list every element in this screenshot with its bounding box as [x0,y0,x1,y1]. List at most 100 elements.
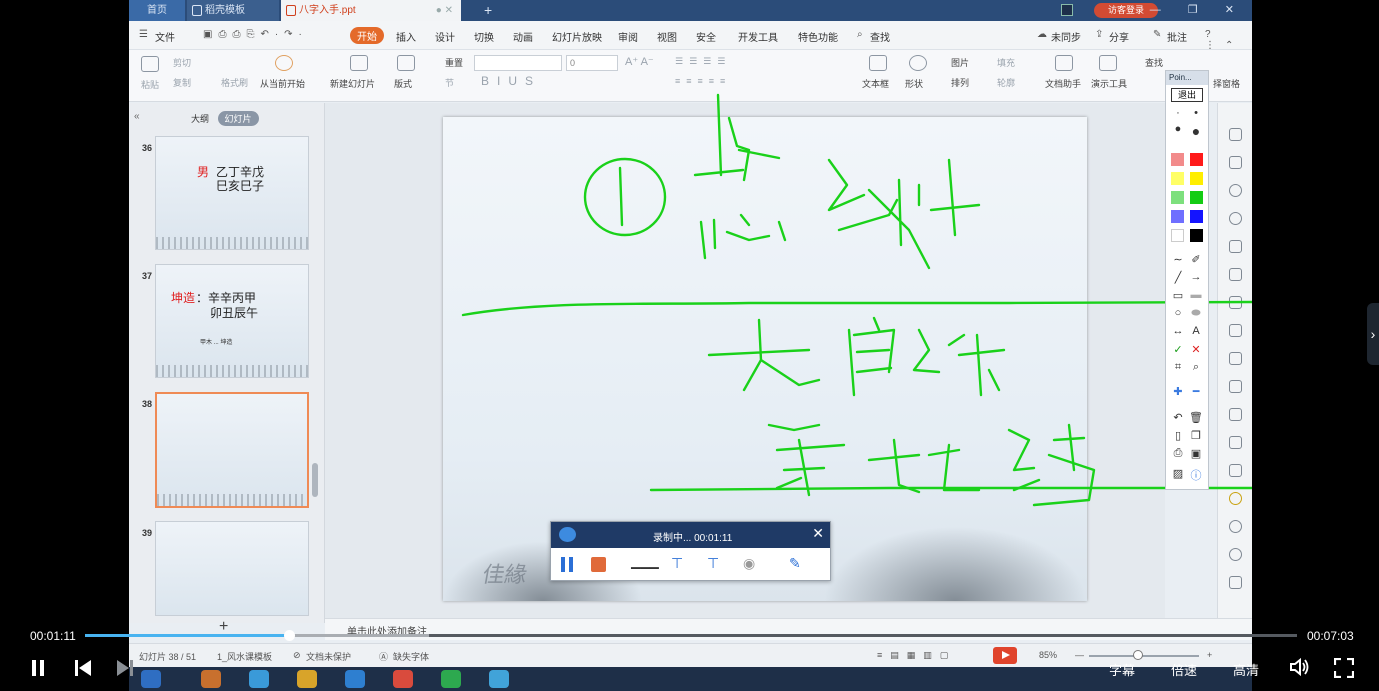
color-swatch[interactable] [1171,210,1184,223]
camera-icon [559,527,576,542]
crop-icon[interactable]: ⌗ [1170,361,1186,374]
ink-stroke [583,157,667,237]
taskbar-app-icon[interactable] [297,670,317,688]
double-arrow-icon[interactable]: ↔ [1170,325,1186,337]
fullscreen-icon[interactable] [1334,658,1354,678]
zoom-slider-knob[interactable] [1133,650,1143,660]
seek-knob[interactable] [283,630,295,641]
speed-button[interactable]: 倍速 [1171,660,1197,679]
large-dot-icon[interactable]: ● [1170,123,1186,135]
slide-counter: 幻灯片 38 / 51 [139,652,197,662]
info-icon[interactable]: ⓘ [1188,467,1204,483]
recorder-draw-icon[interactable]: ✎ [789,555,801,572]
ellipse-icon[interactable]: ○ [1170,307,1186,319]
color-swatch[interactable] [1171,153,1184,166]
pointer-palette: Poin... 退出 · • ● ● ∼ ✐ ╱ → ▭ ▬ ○ ⬬ ↔ A ✓… [1165,70,1209,490]
ink-stroke [827,158,981,270]
start-icon[interactable] [141,670,161,688]
palette-title: Poin... [1166,71,1208,85]
rectangle-icon[interactable]: ▭ [1170,289,1186,302]
next-episode-arrow-icon[interactable]: › [1367,303,1379,365]
taskbar-app-icon[interactable] [393,670,413,688]
recorder-pause-icon[interactable] [561,557,573,572]
zoom-out-icon[interactable]: — [1075,650,1084,660]
print-icon[interactable]: ⎙ [1170,447,1186,460]
zoom-slider[interactable] [1089,655,1199,657]
color-swatch[interactable] [1190,210,1203,223]
recorder-stop-icon[interactable] [591,557,606,572]
recorder-header: 录制中... 00:01:11 ✕ [551,522,830,548]
minus-icon[interactable]: ━ [1188,385,1204,398]
theme-name[interactable]: 1_风水课模板 [217,650,272,663]
recorder-webcam-icon[interactable]: ◉ [743,555,755,572]
recorder-highlighter-icon[interactable]: ⊤ [707,555,719,572]
trash-icon[interactable]: 🗑 [1188,411,1204,424]
pause-icon[interactable] [30,659,46,677]
recording-status: 录制中... 00:01:11 [653,533,733,544]
ink-stroke [707,318,821,392]
line-icon[interactable]: ╱ [1170,271,1186,284]
new-page-icon[interactable]: ▯ [1170,429,1186,442]
screen-recorder-bar: 录制中... 00:01:11 ✕ ▁▁▁ ⊤ ⊤ ◉ ✎ [550,521,831,581]
taskbar-app-icon[interactable] [441,670,461,688]
recorder-level-icon[interactable]: ▁▁▁ [631,555,659,569]
zoom-level[interactable]: 85% [1039,650,1057,660]
current-time: 00:01:11 [30,629,76,643]
color-swatch[interactable] [1190,229,1203,242]
image-icon[interactable]: ▨ [1170,467,1186,480]
eraser-icon[interactable]: ✐ [1188,253,1204,266]
save-icon[interactable]: ▣ [1188,447,1204,460]
small-dot-icon[interactable]: · [1170,107,1186,119]
quality-button[interactable]: 高清 [1233,660,1259,679]
subtitles-button[interactable]: 字幕 [1109,660,1135,679]
medium-dot-icon[interactable]: • [1188,107,1204,119]
zoom-icon[interactable]: ⌕ [1188,361,1204,374]
ink-stroke [461,300,1252,317]
protect-icon: ⊘ [293,650,301,660]
filled-rectangle-icon[interactable]: ▬ [1188,289,1204,301]
view-mode-icons[interactable]: ≡▤▦▥▢ [877,650,956,661]
copy-page-icon[interactable]: ❐ [1188,429,1204,442]
taskbar-app-icon[interactable] [201,670,221,688]
recorder-pen-icon[interactable]: ⊤ [671,555,683,572]
font-warning-icon: Ⓐ [379,652,389,662]
check-icon[interactable]: ✓ [1170,343,1186,356]
taskbar-app-icon[interactable] [489,670,509,688]
color-swatch[interactable] [1190,153,1203,166]
plus-icon[interactable]: ✚ [1170,385,1186,398]
freehand-ink-layer [461,93,1252,507]
video-frame: 首页 稻壳模板 八字入手.ppt ● ✕ + 访客登录 — ❐ ✕ ☰ 文件 ▣… [129,0,1252,691]
color-swatch[interactable] [1190,172,1203,185]
taskbar-app-icon[interactable] [345,670,365,688]
undo-icon[interactable]: ↶ [1170,411,1186,424]
zoom-in-icon[interactable]: + [1207,650,1212,660]
palette-exit-button[interactable]: 退出 [1171,88,1203,102]
text-tool-icon[interactable]: A [1188,325,1204,337]
video-player[interactable]: 首页 稻壳模板 八字入手.ppt ● ✕ + 访客登录 — ❐ ✕ ☰ 文件 ▣… [0,0,1379,691]
freehand-icon[interactable]: ∼ [1170,253,1186,266]
ink-stroke [618,166,624,227]
taskbar-app-icon[interactable] [249,670,269,688]
duration: 00:07:03 [1307,629,1354,643]
volume-icon[interactable] [1289,657,1311,677]
played-bar [85,634,289,637]
protect-status[interactable]: 文档未保护 [306,650,351,663]
ink-stroke [867,438,981,494]
previous-icon[interactable] [74,659,92,677]
xlarge-dot-icon[interactable]: ● [1188,123,1204,139]
missing-font-status[interactable]: 缺失字体 [393,650,429,663]
next-icon[interactable] [116,659,134,677]
ink-stroke [767,423,846,497]
ink-stroke [1007,423,1096,507]
color-swatch[interactable] [1190,191,1203,204]
filled-ellipse-icon[interactable]: ⬬ [1188,307,1204,320]
ink-stroke [693,93,787,260]
color-swatch[interactable] [1171,172,1184,185]
close-icon[interactable]: ✕ [812,525,824,542]
cross-icon[interactable]: ✕ [1188,343,1204,356]
color-swatch[interactable] [1171,229,1184,242]
windows-taskbar [129,667,1252,691]
seek-bar[interactable] [85,630,1297,641]
color-swatch[interactable] [1171,191,1184,204]
arrow-icon[interactable]: → [1188,271,1204,283]
